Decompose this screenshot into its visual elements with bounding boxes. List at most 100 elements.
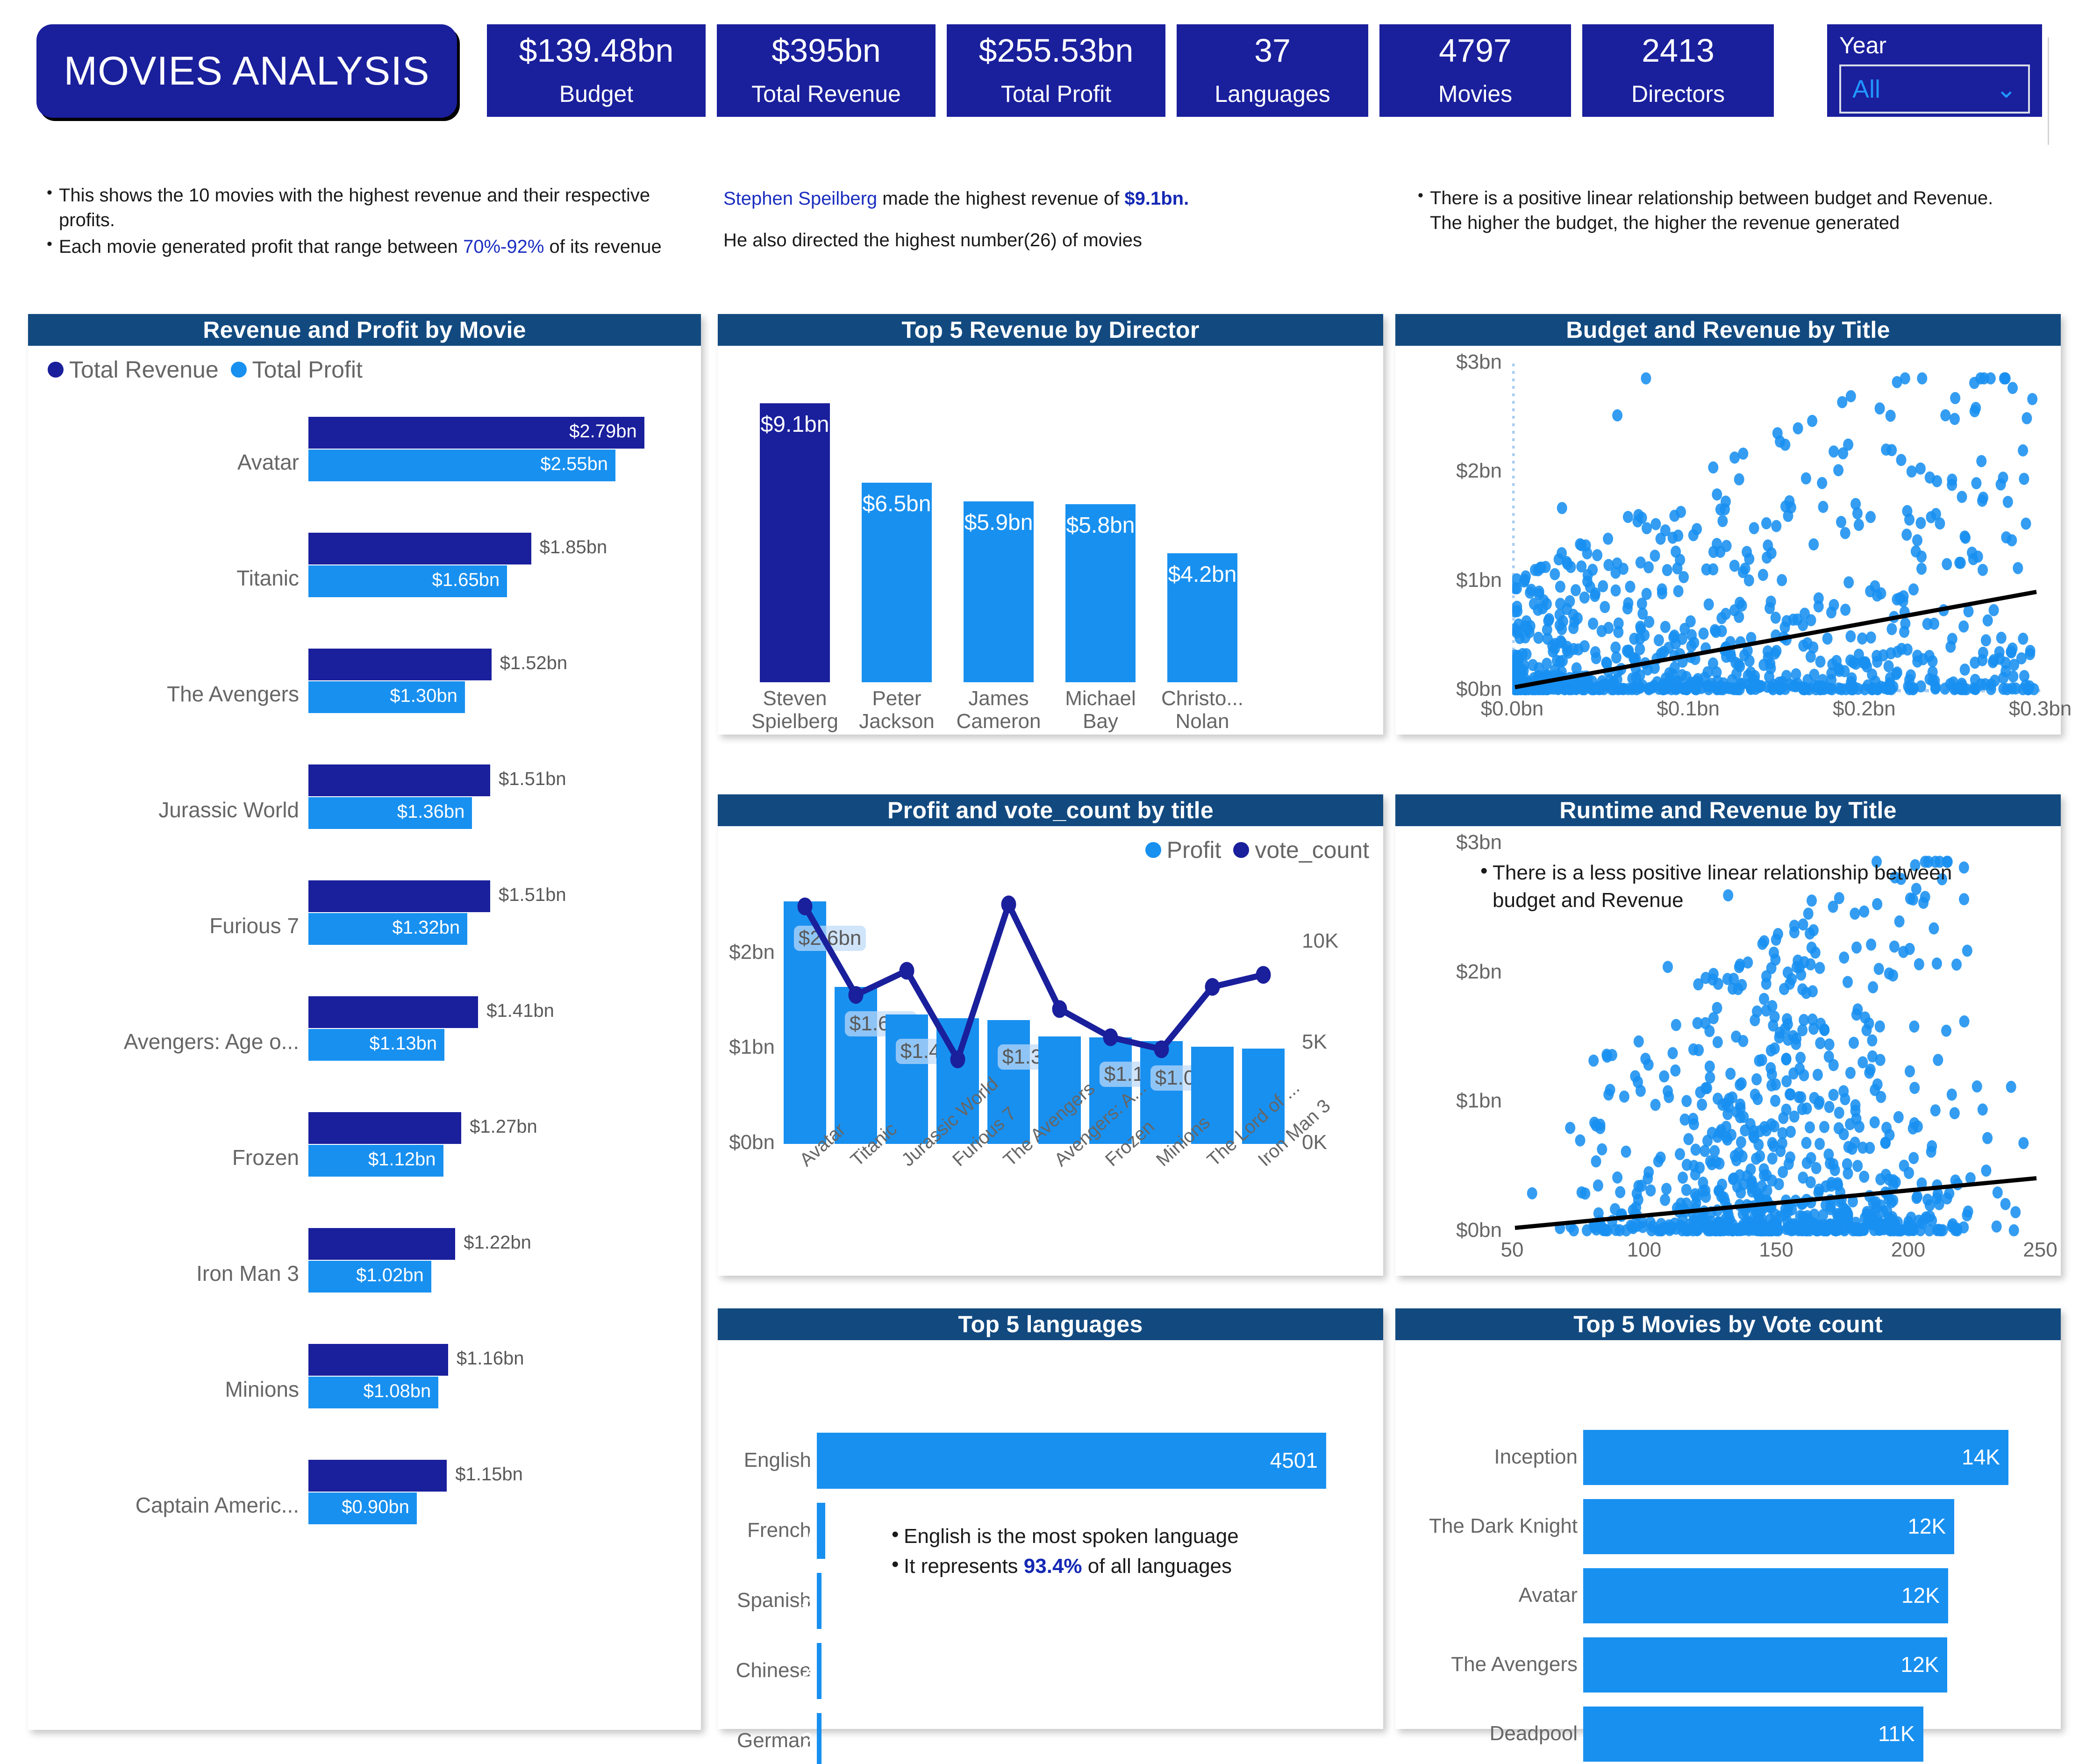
revenue-bar[interactable]: $1.85bn — [308, 533, 607, 564]
year-slicer-dropdown[interactable]: All ⌄ — [1839, 64, 2030, 114]
revenue-bar[interactable]: $1.22bn — [308, 1228, 531, 1260]
kpi-label: Total Profit — [1000, 80, 1112, 107]
bar-category-label: The Avengers — [1451, 1653, 1578, 1676]
bar-category-label: Furious 7 — [209, 914, 299, 938]
panel-top5-movies-by-vote-count[interactable]: Top 5 Movies by Vote count Inception 14K T… — [1395, 1308, 2061, 1762]
insight-middle-line-2: He also directed the highest number(26) … — [723, 230, 1143, 251]
value-bar[interactable]: 12K — [1583, 1637, 1948, 1693]
kpi-card-total-revenue[interactable]: $395bn Total Revenue — [717, 24, 936, 117]
value-bar[interactable]: 3 — [801, 1573, 822, 1629]
value-bar[interactable]: 12K — [1583, 1568, 1948, 1623]
legend-item-total-profit[interactable]: Total Profit — [230, 356, 363, 383]
bar-category-label: The Avengers — [166, 682, 299, 706]
panel-title: Runtime and Revenue by Title — [1395, 794, 2061, 826]
y-axis-tick-label: $3bn — [1456, 350, 1502, 373]
value-bar[interactable]: 7 — [805, 1503, 825, 1559]
kpi-card-directors[interactable]: 2413 Directors — [1582, 24, 1774, 117]
profit-bar[interactable]: $1.08bn — [308, 1377, 439, 1408]
value-bar[interactable]: 12K — [1583, 1499, 1955, 1554]
bar-value-label: $4.2bn — [1168, 562, 1237, 587]
director-bar[interactable]: $5.9bn — [964, 501, 1034, 682]
table-row[interactable]: Titanic $1.85bn $1.65bn — [28, 522, 701, 638]
legend-item-total-revenue[interactable]: Total Revenue — [48, 356, 219, 383]
table-row[interactable]: Frozen $1.27bn $1.12bn — [28, 1102, 701, 1218]
profit-bar[interactable]: $1.65bn — [308, 565, 507, 597]
bar-group: $1.51bn $1.36bn — [308, 764, 692, 829]
value-bar[interactable]: 14K — [1583, 1430, 2008, 1485]
bar-value-label: $1.27bn — [470, 1116, 537, 1137]
table-row[interactable]: Iron Man 3 $1.22bn $1.02bn — [28, 1218, 701, 1334]
kpi-card-languages[interactable]: 37 Languages — [1177, 24, 1368, 117]
legend-dot-icon — [230, 362, 247, 378]
year-slicer[interactable]: Year All ⌄ — [1827, 24, 2042, 117]
revenue-bar[interactable]: $1.15bn — [308, 1460, 523, 1492]
value-bar[interactable]: 2 — [801, 1643, 822, 1699]
kpi-label: Movies — [1438, 80, 1513, 107]
y-axis-tick-label: $1bn — [1456, 1089, 1502, 1113]
director-axis-label: James Cameron — [956, 687, 1041, 733]
revenue-bar[interactable]: $1.51bn — [308, 880, 566, 912]
table-row[interactable]: $5.8bn — [1065, 504, 1136, 682]
bar-category-label: Iron Man 3 — [196, 1261, 299, 1286]
legend-item-profit[interactable]: Profit — [1145, 836, 1221, 864]
panel-budget-revenue-by-title[interactable]: Budget and Revenue by Title $0bn $1bn $2bn… — [1395, 314, 2072, 735]
table-row[interactable]: Minions $1.16bn $1.08bn — [28, 1334, 701, 1450]
bar-category-label: Minions — [225, 1377, 299, 1401]
table-row[interactable]: Captain Americ... $1.15bn $0.90bn — [28, 1450, 701, 1565]
revenue-bar[interactable]: $1.51bn — [308, 764, 566, 796]
legend-dot-icon — [1145, 842, 1161, 858]
table-row[interactable]: Jurassic World $1.51bn $1.36bn — [28, 754, 701, 870]
profit-bar[interactable]: $1.30bn — [308, 681, 465, 713]
bar-value-label: $9.1bn — [760, 412, 829, 437]
panel-top5-languages[interactable]: Top 5 languages English 4501 French 7 Spanis… — [718, 1308, 1383, 1764]
revenue-bar[interactable]: $1.27bn — [308, 1112, 537, 1144]
table-row[interactable]: $9.1bn — [760, 403, 830, 682]
revenue-profit-rows: Avatar $2.79bn $2.55bn Titanic $1.85bn $1.65b… — [28, 407, 701, 1565]
y-axis-left-tick-label: $0bn — [729, 1131, 775, 1154]
director-bar[interactable]: $5.8bn — [1065, 504, 1136, 682]
profit-bar[interactable]: $1.36bn — [308, 797, 472, 829]
bar-group: $1.22bn $1.02bn — [308, 1228, 692, 1293]
profit-bar[interactable]: $1.13bn — [308, 1029, 445, 1061]
profit-bar[interactable]: $1.12bn — [308, 1145, 443, 1177]
bar-value-label: 4501 — [1270, 1448, 1318, 1472]
panel-runtime-revenue-by-title[interactable]: Runtime and Revenue by Title $0bn $1bn $2b… — [1395, 794, 2061, 1276]
table-row[interactable]: $4.2bn — [1167, 553, 1237, 682]
bar-category-label: Inception — [1494, 1445, 1578, 1468]
table-row[interactable]: $6.5bn — [862, 483, 932, 682]
panel-revenue-profit-by-movie[interactable]: Revenue and Profit by Movie Total Revenu… — [28, 314, 701, 1730]
bar-group: $1.85bn $1.65bn — [308, 533, 692, 597]
table-row[interactable]: Avatar $2.79bn $2.55bn — [28, 407, 701, 522]
legend-item-vote-count[interactable]: vote_count — [1233, 836, 1369, 864]
value-bar[interactable]: 4501 — [817, 1433, 1326, 1489]
revenue-bar[interactable]: $1.41bn — [308, 996, 554, 1028]
revenue-bar[interactable]: $1.16bn — [308, 1344, 524, 1376]
director-bar[interactable]: $6.5bn — [862, 483, 932, 682]
kpi-card-budget[interactable]: $139.48bn Budget — [487, 24, 706, 117]
panel-profit-votecount-by-title[interactable]: Profit and vote_count by title Profit vo… — [718, 794, 1383, 1276]
kpi-card-total-profit[interactable]: $255.53bn Total Profit — [947, 24, 1165, 117]
value-bar[interactable]: 2 — [801, 1713, 822, 1764]
legend-dot-icon — [1233, 842, 1250, 858]
director-axis-label: Michael Bay — [1065, 687, 1136, 733]
chart-legend: Profit vote_count — [1145, 836, 1369, 864]
table-row[interactable]: Furious 7 $1.51bn $1.32bn — [28, 870, 701, 986]
profit-bar[interactable]: $0.90bn — [308, 1493, 417, 1524]
revenue-bar[interactable]: $2.79bn — [308, 417, 644, 449]
director-bar[interactable]: $4.2bn — [1167, 553, 1237, 682]
director-bar[interactable]: $9.1bn — [760, 403, 830, 682]
profit-bar[interactable]: $1.02bn — [308, 1261, 431, 1293]
value-bar[interactable]: 11K — [1583, 1707, 1923, 1762]
table-row[interactable]: The Avengers $1.52bn $1.30bn — [28, 638, 701, 754]
table-row[interactable]: Avengers: Age o... $1.41bn $1.13bn — [28, 986, 701, 1102]
table-row[interactable]: $5.9bn — [964, 501, 1034, 682]
profit-bar[interactable]: $2.55bn — [308, 450, 615, 481]
legend-label: Total Profit — [252, 357, 363, 383]
bar-value-label: $1.41bn — [486, 1000, 554, 1021]
profit-bar[interactable]: $1.32bn — [308, 913, 468, 945]
legend-dot-icon — [48, 362, 64, 378]
panel-top5-revenue-by-director[interactable]: Top 5 Revenue by Director $9.1bn $6.5bn $5… — [718, 314, 1383, 735]
kpi-card-movies[interactable]: 4797 Movies — [1379, 24, 1571, 117]
bar-group: $2.79bn $2.55bn — [308, 417, 692, 481]
revenue-bar[interactable]: $1.52bn — [308, 649, 567, 680]
